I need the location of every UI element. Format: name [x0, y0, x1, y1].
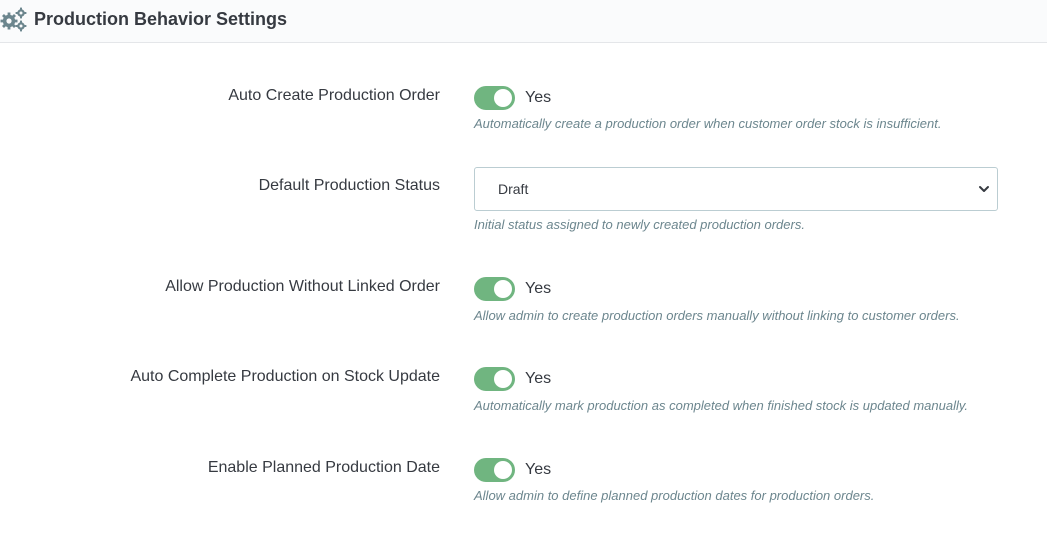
- help-text: Automatically create a production order …: [474, 116, 942, 131]
- help-text: Allow admin to define planned production…: [474, 488, 875, 503]
- setting-label: Auto Create Production Order: [228, 87, 440, 104]
- default-status-select[interactable]: Draft: [474, 167, 998, 211]
- gears-icon: [0, 7, 27, 32]
- setting-label: Default Production Status: [258, 177, 440, 194]
- setting-label: Auto Complete Production on Stock Update: [130, 368, 440, 385]
- toggle-knob: [494, 461, 512, 479]
- toggle-knob: [494, 280, 512, 298]
- help-text: Initial status assigned to newly created…: [474, 217, 805, 232]
- toggle-knob: [494, 370, 512, 388]
- toggle-value-label: Yes: [525, 280, 552, 297]
- select-value: Draft: [498, 181, 529, 197]
- planned-date-toggle[interactable]: [474, 458, 515, 482]
- toggle-value-label: Yes: [525, 370, 552, 387]
- allow-without-order-toggle[interactable]: [474, 277, 515, 301]
- panel-header: Production Behavior Settings: [0, 0, 1047, 43]
- help-text: Allow admin to create production orders …: [474, 308, 960, 323]
- toggle-value-label: Yes: [525, 461, 552, 478]
- auto-complete-toggle[interactable]: [474, 367, 515, 391]
- setting-label: Allow Production Without Linked Order: [165, 278, 440, 295]
- toggle-knob: [494, 89, 512, 107]
- help-text: Automatically mark production as complet…: [474, 398, 969, 413]
- auto-create-toggle[interactable]: [474, 86, 515, 110]
- panel-title: Production Behavior Settings: [34, 9, 288, 29]
- chevron-down-icon: [979, 186, 989, 192]
- toggle-value-label: Yes: [525, 89, 552, 106]
- setting-label: Enable Planned Production Date: [207, 459, 440, 476]
